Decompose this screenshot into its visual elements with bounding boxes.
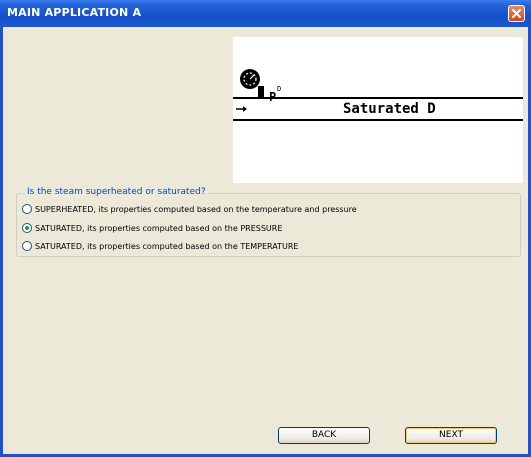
option-superheated-label: SUPERHEATED, its properties computed bas… [35, 204, 357, 214]
gauge-label: P [269, 90, 277, 104]
option-saturated-temperature[interactable]: SATURATED, its properties computed based… [22, 241, 298, 251]
steam-type-group: Is the steam superheated or saturated? S… [16, 187, 521, 257]
window-title: MAIN APPLICATION A [7, 6, 142, 19]
next-button[interactable]: NEXT [405, 427, 497, 444]
gauge-superscript: D [277, 85, 282, 93]
radio-saturated-pressure[interactable] [22, 223, 32, 233]
option-superheated[interactable]: SUPERHEATED, its properties computed bas… [22, 204, 357, 214]
flow-arrow-icon [236, 106, 247, 112]
back-button[interactable]: BACK [278, 427, 370, 444]
radio-saturated-temperature[interactable] [22, 241, 32, 251]
option-saturated-pressure-label: SATURATED, its properties computed based… [35, 223, 283, 233]
close-button[interactable] [508, 5, 525, 22]
diagram-image: P D Saturated D [233, 37, 523, 183]
option-saturated-temperature-label: SATURATED, its properties computed based… [35, 241, 299, 251]
close-icon [512, 9, 521, 18]
pressure-gauge-icon [240, 69, 264, 98]
radio-superheated[interactable] [22, 204, 32, 214]
title-bar[interactable]: MAIN APPLICATION A [0, 0, 531, 27]
group-legend: Is the steam superheated or saturated? [25, 187, 208, 197]
diagram-caption: Saturated D [343, 101, 436, 117]
main-window: MAIN APPLICATION A P D Saturated D Is th… [0, 0, 531, 457]
option-saturated-pressure[interactable]: SATURATED, its properties computed based… [22, 223, 282, 233]
